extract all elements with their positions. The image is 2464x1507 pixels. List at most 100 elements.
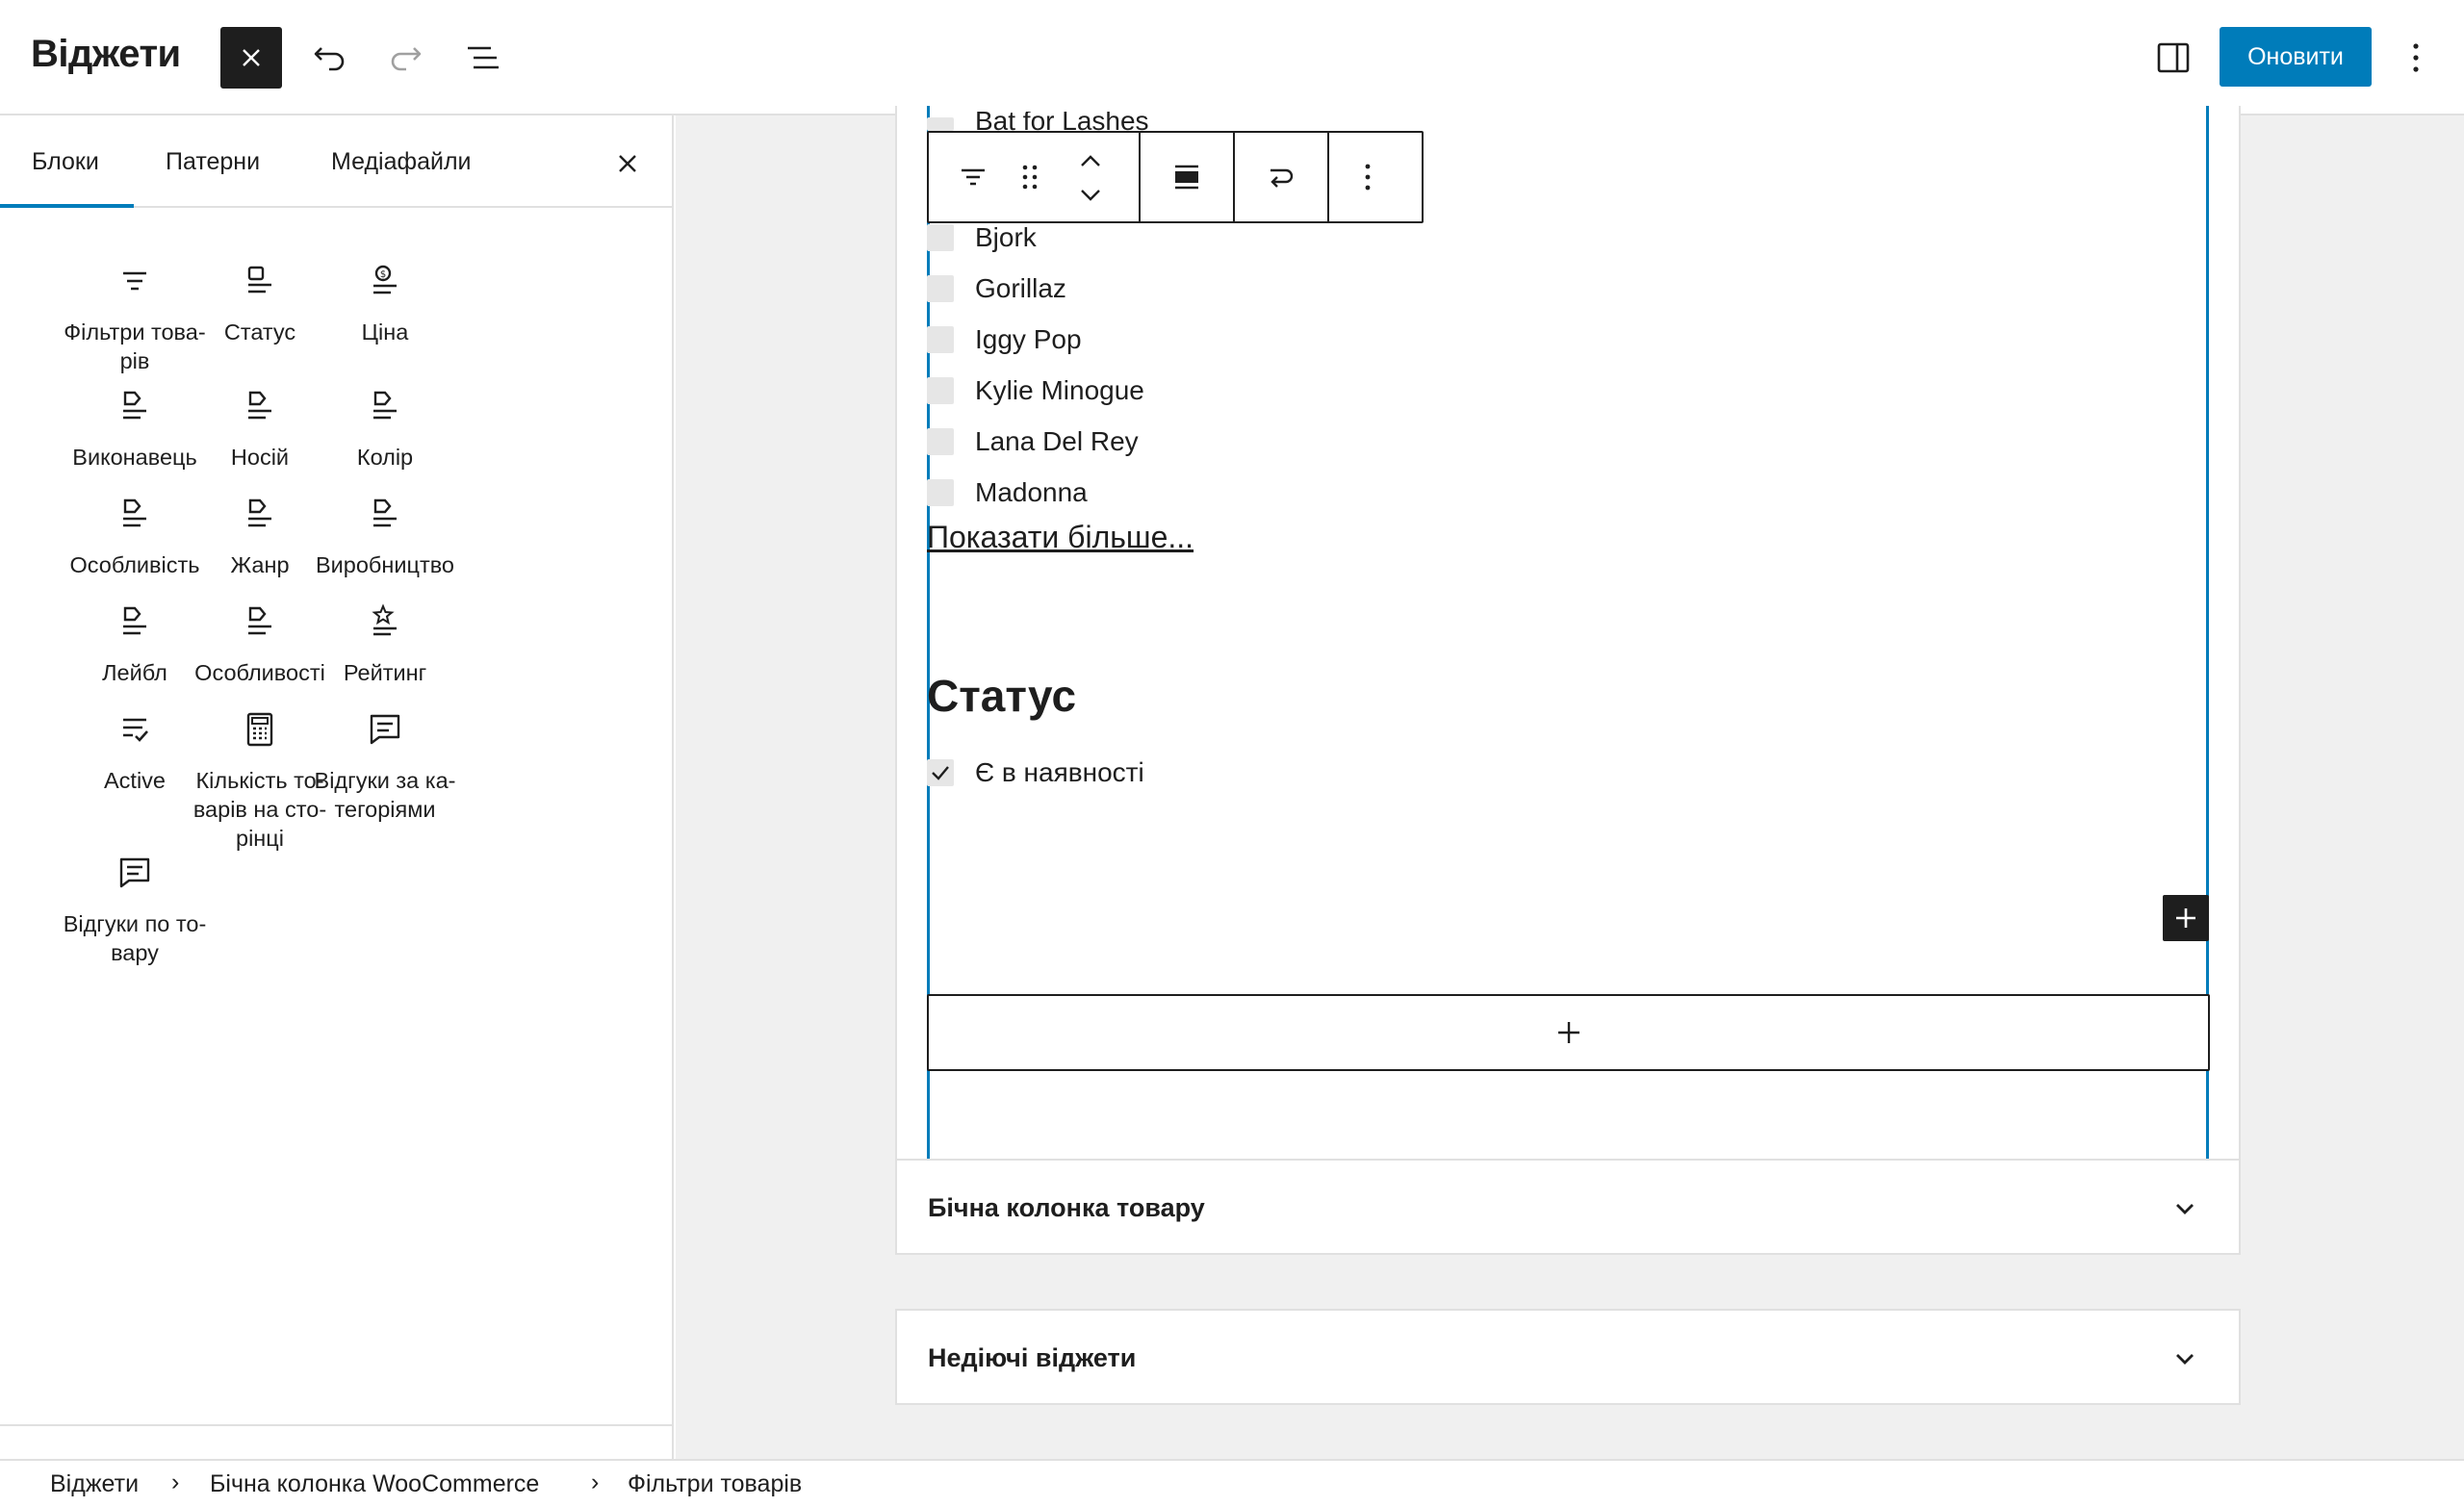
option-label: Madonna <box>975 477 1088 507</box>
undo-button[interactable] <box>298 27 360 89</box>
checkbox[interactable] <box>927 479 954 506</box>
redo-icon <box>391 47 422 71</box>
chevron-down-icon <box>1081 190 1100 201</box>
move-up-button[interactable] <box>1071 146 1110 175</box>
panel-title: Недіючі віджети <box>928 1343 1137 1372</box>
attribute-icon <box>248 498 271 527</box>
list-item[interactable]: Bat for Lashes <box>927 112 1149 131</box>
update-button[interactable]: Оновити <box>2220 27 2372 87</box>
block-item-reviews-by-product[interactable]: Відгуки по то- вару <box>33 854 237 967</box>
checkmark-icon <box>932 766 949 780</box>
attribute-icon <box>123 498 146 527</box>
block-toolbar <box>927 131 1424 223</box>
more-vertical-icon <box>2413 43 2419 72</box>
price-icon: $ <box>373 265 397 294</box>
checkbox[interactable] <box>927 275 954 302</box>
drag-handle[interactable] <box>1015 158 1044 196</box>
block-item-reviews-by-category[interactable]: Відгуки за ка- тегоріями <box>283 710 487 824</box>
list-item[interactable]: Є в наявності <box>927 754 1144 792</box>
checkbox[interactable] <box>927 428 954 455</box>
options-menu-button[interactable] <box>2385 27 2447 89</box>
list-view-button[interactable] <box>452 27 514 89</box>
add-inner-block-button[interactable] <box>2163 895 2209 941</box>
undo-icon <box>314 47 345 71</box>
widget-area-product-sidebar[interactable]: Бічна колонка товару <box>895 1159 2241 1255</box>
tab-blocks[interactable]: Блоки <box>32 148 99 176</box>
filter-icon <box>123 271 146 291</box>
toolbar-group-align <box>1141 133 1235 221</box>
divider <box>0 1424 674 1426</box>
align-wide-icon <box>1175 165 1198 190</box>
breadcrumb-item-block[interactable]: Фільтри товарів <box>628 1470 802 1498</box>
breadcrumb-separator: › <box>171 1469 180 1495</box>
block-item-price[interactable]: $ Ціна <box>283 262 487 346</box>
block-type-button[interactable] <box>954 158 992 196</box>
breadcrumb: Віджети › Бічна колонка WooCommerce › Фі… <box>0 1459 2464 1507</box>
plus-icon <box>1557 1022 1579 1043</box>
more-vertical-icon <box>1365 164 1371 191</box>
option-label: Kylie Minogue <box>975 375 1144 405</box>
show-more-link[interactable]: Показати більше... <box>927 520 1194 555</box>
block-item-label: Відгуки за ка- тегоріями <box>314 768 456 822</box>
list-item[interactable]: Gorillaz <box>927 269 1066 308</box>
breadcrumb-separator: › <box>591 1469 600 1495</box>
block-item-label: Виробництво <box>315 552 455 577</box>
checkbox[interactable] <box>927 326 954 353</box>
checkbox[interactable] <box>927 224 954 251</box>
breadcrumb-item-sidebar[interactable]: Бічна колонка WooCommerce <box>210 1470 539 1498</box>
chevron-up-icon <box>1081 155 1100 166</box>
block-options-button[interactable] <box>1339 158 1397 196</box>
block-item-label: Колір <box>356 445 414 470</box>
close-icon <box>619 155 636 172</box>
drag-handle-icon <box>1022 165 1038 190</box>
block-item-rating[interactable]: Рейтинг <box>283 602 487 687</box>
panel-title: Бічна колонка товару <box>928 1193 1205 1222</box>
checkbox[interactable] <box>927 377 954 404</box>
tab-media[interactable]: Медіафайли <box>331 148 472 176</box>
list-view-icon <box>468 46 499 69</box>
list-item[interactable]: Bjork <box>927 218 1037 257</box>
toolbar-group-block <box>929 133 1141 221</box>
option-label: Iggy Pop <box>975 324 1082 354</box>
attribute-icon <box>373 391 397 420</box>
checkbox-checked[interactable] <box>927 759 954 786</box>
close-inserter-button[interactable] <box>608 144 647 183</box>
list-item[interactable]: Madonna <box>927 473 1088 512</box>
attribute-icon <box>248 391 271 420</box>
review-icon <box>370 714 400 745</box>
tab-patterns[interactable]: Патерни <box>166 148 260 176</box>
status-icon <box>247 266 271 294</box>
list-item[interactable]: Kylie Minogue <box>927 371 1144 410</box>
inserter-tabs: Блоки Патерни Медіафайли <box>0 115 674 208</box>
option-label: Bjork <box>975 222 1037 252</box>
page-title: Віджети <box>31 33 181 75</box>
block-item-color[interactable]: Колір <box>283 387 487 472</box>
option-label: Lana Del Rey <box>975 426 1139 456</box>
overlay-button[interactable] <box>1262 158 1300 196</box>
settings-sidebar-toggle-button[interactable] <box>2143 27 2204 89</box>
redo-button[interactable] <box>375 27 437 89</box>
editor-header: Віджети Оновити <box>0 0 2464 115</box>
close-inserter-toggle-button[interactable] <box>220 27 282 89</box>
active-tab-indicator <box>0 204 134 208</box>
move-down-button[interactable] <box>1071 181 1110 210</box>
checkbox[interactable] <box>927 117 954 131</box>
active-filters-icon <box>123 718 148 742</box>
widget-area-inactive-widgets[interactable]: Недіючі віджети <box>895 1309 2241 1405</box>
expand-toggle[interactable] <box>2166 1189 2204 1228</box>
option-label: Є в наявності <box>975 757 1144 787</box>
attribute-icon <box>123 391 146 420</box>
block-item-manufacturer[interactable]: Виробництво <box>283 495 487 579</box>
add-block-appender-button[interactable] <box>927 994 2210 1071</box>
svg-text:$: $ <box>380 269 386 280</box>
rating-icon <box>372 603 397 636</box>
option-label: Bat for Lashes <box>975 112 1149 131</box>
calculator-icon <box>246 712 273 747</box>
align-button[interactable] <box>1168 158 1206 196</box>
list-item[interactable]: Lana Del Rey <box>927 422 1139 461</box>
expand-toggle[interactable] <box>2166 1340 2204 1378</box>
list-item[interactable]: Iggy Pop <box>927 320 1082 359</box>
breadcrumb-item-widgets[interactable]: Віджети <box>50 1470 139 1498</box>
block-item-label: Рейтинг <box>343 660 427 685</box>
attribute-icon <box>373 498 397 527</box>
